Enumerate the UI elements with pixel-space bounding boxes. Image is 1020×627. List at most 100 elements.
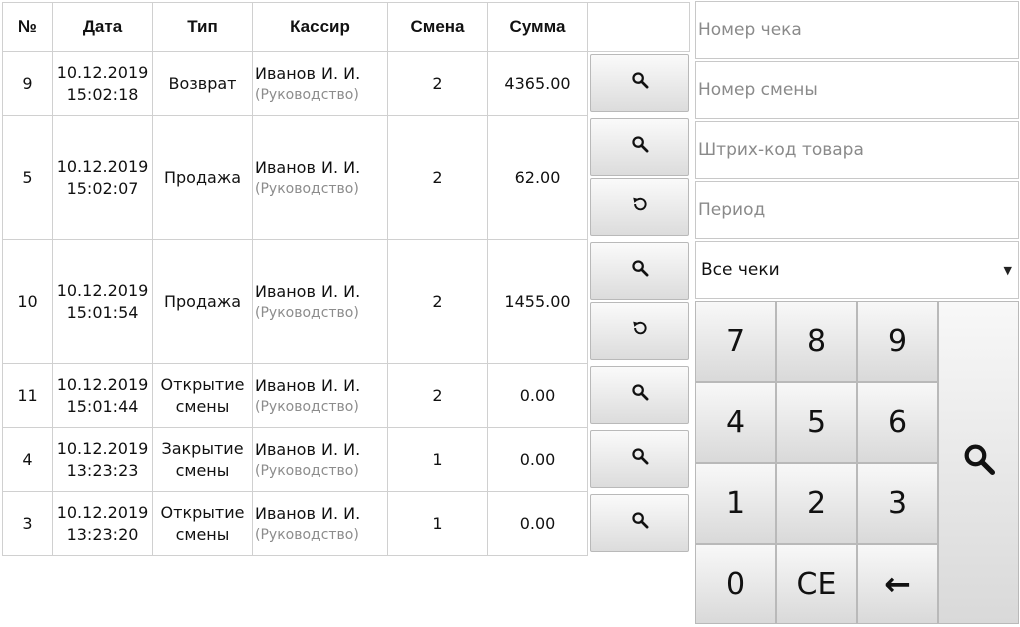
view-receipt-button[interactable] — [590, 117, 689, 176]
receipt-type-select[interactable]: Все чеки ▼ — [695, 241, 1019, 299]
key-1[interactable]: 1 — [695, 463, 776, 544]
cell-type-line2: смены — [175, 460, 230, 480]
cell-shift: 1 — [387, 427, 488, 492]
cell-type: Открытие смены — [152, 363, 253, 428]
undo-icon — [631, 319, 649, 343]
key-9[interactable]: 9 — [857, 301, 938, 382]
table-row[interactable]: 3 10.12.2019 13:23:20 Открытие смены Иванов И… — [2, 491, 689, 556]
cell-cashier: Иванов И. И. (Руководство) — [252, 491, 388, 556]
column-header-shift: Смена — [387, 2, 488, 52]
cell-type-line1: Продажа — [163, 167, 242, 187]
cell-type-line1: Открытие — [160, 374, 245, 394]
cashier-role: (Руководство) — [255, 86, 359, 103]
cell-time: 13:23:23 — [66, 460, 139, 480]
search-icon — [631, 259, 649, 283]
table-row[interactable]: 10 10.12.2019 15:01:54 Продажа Иванов И. И. (… — [2, 239, 689, 364]
cell-time: 15:02:18 — [66, 84, 139, 104]
search-icon — [631, 71, 649, 95]
cell-type: Открытие смены — [152, 491, 253, 556]
filter-panel: Номер чека Номер смены Штрих-код товара … — [695, 1, 1019, 299]
cashier-name: Иванов И. И. — [255, 281, 361, 301]
cell-sum: 0.00 — [487, 363, 588, 428]
view-receipt-button[interactable] — [590, 493, 689, 552]
receipt-number-input[interactable]: Номер чека — [695, 1, 1019, 59]
key-6[interactable]: 6 — [857, 382, 938, 463]
refund-receipt-button[interactable] — [590, 177, 689, 236]
cell-cashier: Иванов И. И. (Руководство) — [252, 239, 388, 364]
refund-receipt-button[interactable] — [590, 301, 689, 360]
search-button[interactable] — [938, 301, 1019, 624]
cell-type-line2: смены — [175, 396, 230, 416]
cashier-name: Иванов И. И. — [255, 63, 361, 83]
cell-date: 10.12.2019 — [56, 438, 149, 458]
search-icon — [962, 442, 996, 484]
cell-number: 9 — [2, 51, 53, 116]
cell-sum: 4365.00 — [487, 51, 588, 116]
view-receipt-button[interactable] — [590, 365, 689, 424]
cell-time: 13:23:20 — [66, 524, 139, 544]
view-receipt-button[interactable] — [590, 429, 689, 488]
cell-actions — [588, 240, 689, 364]
key-4[interactable]: 4 — [695, 382, 776, 463]
cell-shift: 2 — [387, 51, 488, 116]
key-7[interactable]: 7 — [695, 301, 776, 382]
cell-type-line2: смены — [175, 524, 230, 544]
receipts-table-body: 9 10.12.2019 15:02:18 Возврат Иванов И. И. (Р… — [2, 51, 689, 556]
cashier-role: (Руководство) — [255, 304, 359, 321]
cell-datetime: 10.12.2019 13:23:23 — [52, 427, 153, 492]
cell-actions — [588, 116, 689, 240]
cell-shift: 1 — [387, 491, 488, 556]
cell-cashier: Иванов И. И. (Руководство) — [252, 51, 388, 116]
cell-number: 5 — [2, 115, 53, 240]
cell-sum: 62.00 — [487, 115, 588, 240]
cell-cashier: Иванов И. И. (Руководство) — [252, 363, 388, 428]
dropdown-arrow-icon: ▼ — [1003, 263, 1012, 277]
cell-sum: 1455.00 — [487, 239, 588, 364]
cell-cashier: Иванов И. И. (Руководство) — [252, 115, 388, 240]
cell-type-line1: Открытие — [160, 502, 245, 522]
cell-shift: 2 — [387, 115, 488, 240]
cell-cashier: Иванов И. И. (Руководство) — [252, 427, 388, 492]
key-8[interactable]: 8 — [776, 301, 857, 382]
key-2[interactable]: 2 — [776, 463, 857, 544]
cell-type: Закрытие смены — [152, 427, 253, 492]
cell-type-line1: Закрытие — [161, 438, 244, 458]
table-row[interactable]: 4 10.12.2019 13:23:23 Закрытие смены Иванов И… — [2, 427, 689, 492]
search-icon — [631, 447, 649, 471]
view-receipt-button[interactable] — [590, 241, 689, 300]
table-row[interactable]: 5 10.12.2019 15:02:07 Продажа Иванов И. И. (Р… — [2, 115, 689, 240]
barcode-input[interactable]: Штрих-код товара — [695, 121, 1019, 179]
cell-number: 4 — [2, 427, 53, 492]
table-row[interactable]: 9 10.12.2019 15:02:18 Возврат Иванов И. И. (Р… — [2, 51, 689, 116]
cashier-name: Иванов И. И. — [255, 375, 361, 395]
receipt-type-selected-value: Все чеки — [701, 260, 780, 280]
key-5[interactable]: 5 — [776, 382, 857, 463]
undo-icon — [631, 195, 649, 219]
receipts-table-container: № Дата Тип Кассир Смена Сумма 9 10.12.201… — [2, 2, 690, 556]
column-header-cashier: Кассир — [252, 2, 388, 52]
table-row[interactable]: 11 10.12.2019 15:01:44 Открытие смены Иванов … — [2, 363, 689, 428]
cell-type-line1: Продажа — [163, 291, 242, 311]
cell-shift: 2 — [387, 363, 488, 428]
cell-sum: 0.00 — [487, 491, 588, 556]
key-backspace[interactable]: ← — [857, 544, 938, 624]
column-header-number: № — [2, 2, 53, 52]
key-clear-entry[interactable]: CE — [776, 544, 857, 624]
view-receipt-button[interactable] — [590, 54, 689, 112]
cell-date: 10.12.2019 — [56, 374, 149, 394]
key-0[interactable]: 0 — [695, 544, 776, 624]
numeric-keypad: 7 8 9 4 5 6 1 2 3 0 CE ← — [695, 301, 1019, 624]
key-3[interactable]: 3 — [857, 463, 938, 544]
cell-date: 10.12.2019 — [56, 502, 149, 522]
column-header-actions — [587, 2, 690, 52]
period-input[interactable]: Период — [695, 181, 1019, 239]
search-icon — [631, 511, 649, 535]
shift-number-input[interactable]: Номер смены — [695, 61, 1019, 119]
cell-datetime: 10.12.2019 15:02:07 — [52, 115, 153, 240]
table-header-row: № Дата Тип Кассир Смена Сумма — [2, 2, 690, 52]
receipts-table: № Дата Тип Кассир Смена Сумма 9 10.12.201… — [2, 2, 690, 556]
cell-type-line1: Возврат — [168, 73, 237, 93]
cell-time: 15:01:54 — [66, 302, 139, 322]
cashier-role: (Руководство) — [255, 398, 359, 415]
cell-datetime: 10.12.2019 15:01:44 — [52, 363, 153, 428]
